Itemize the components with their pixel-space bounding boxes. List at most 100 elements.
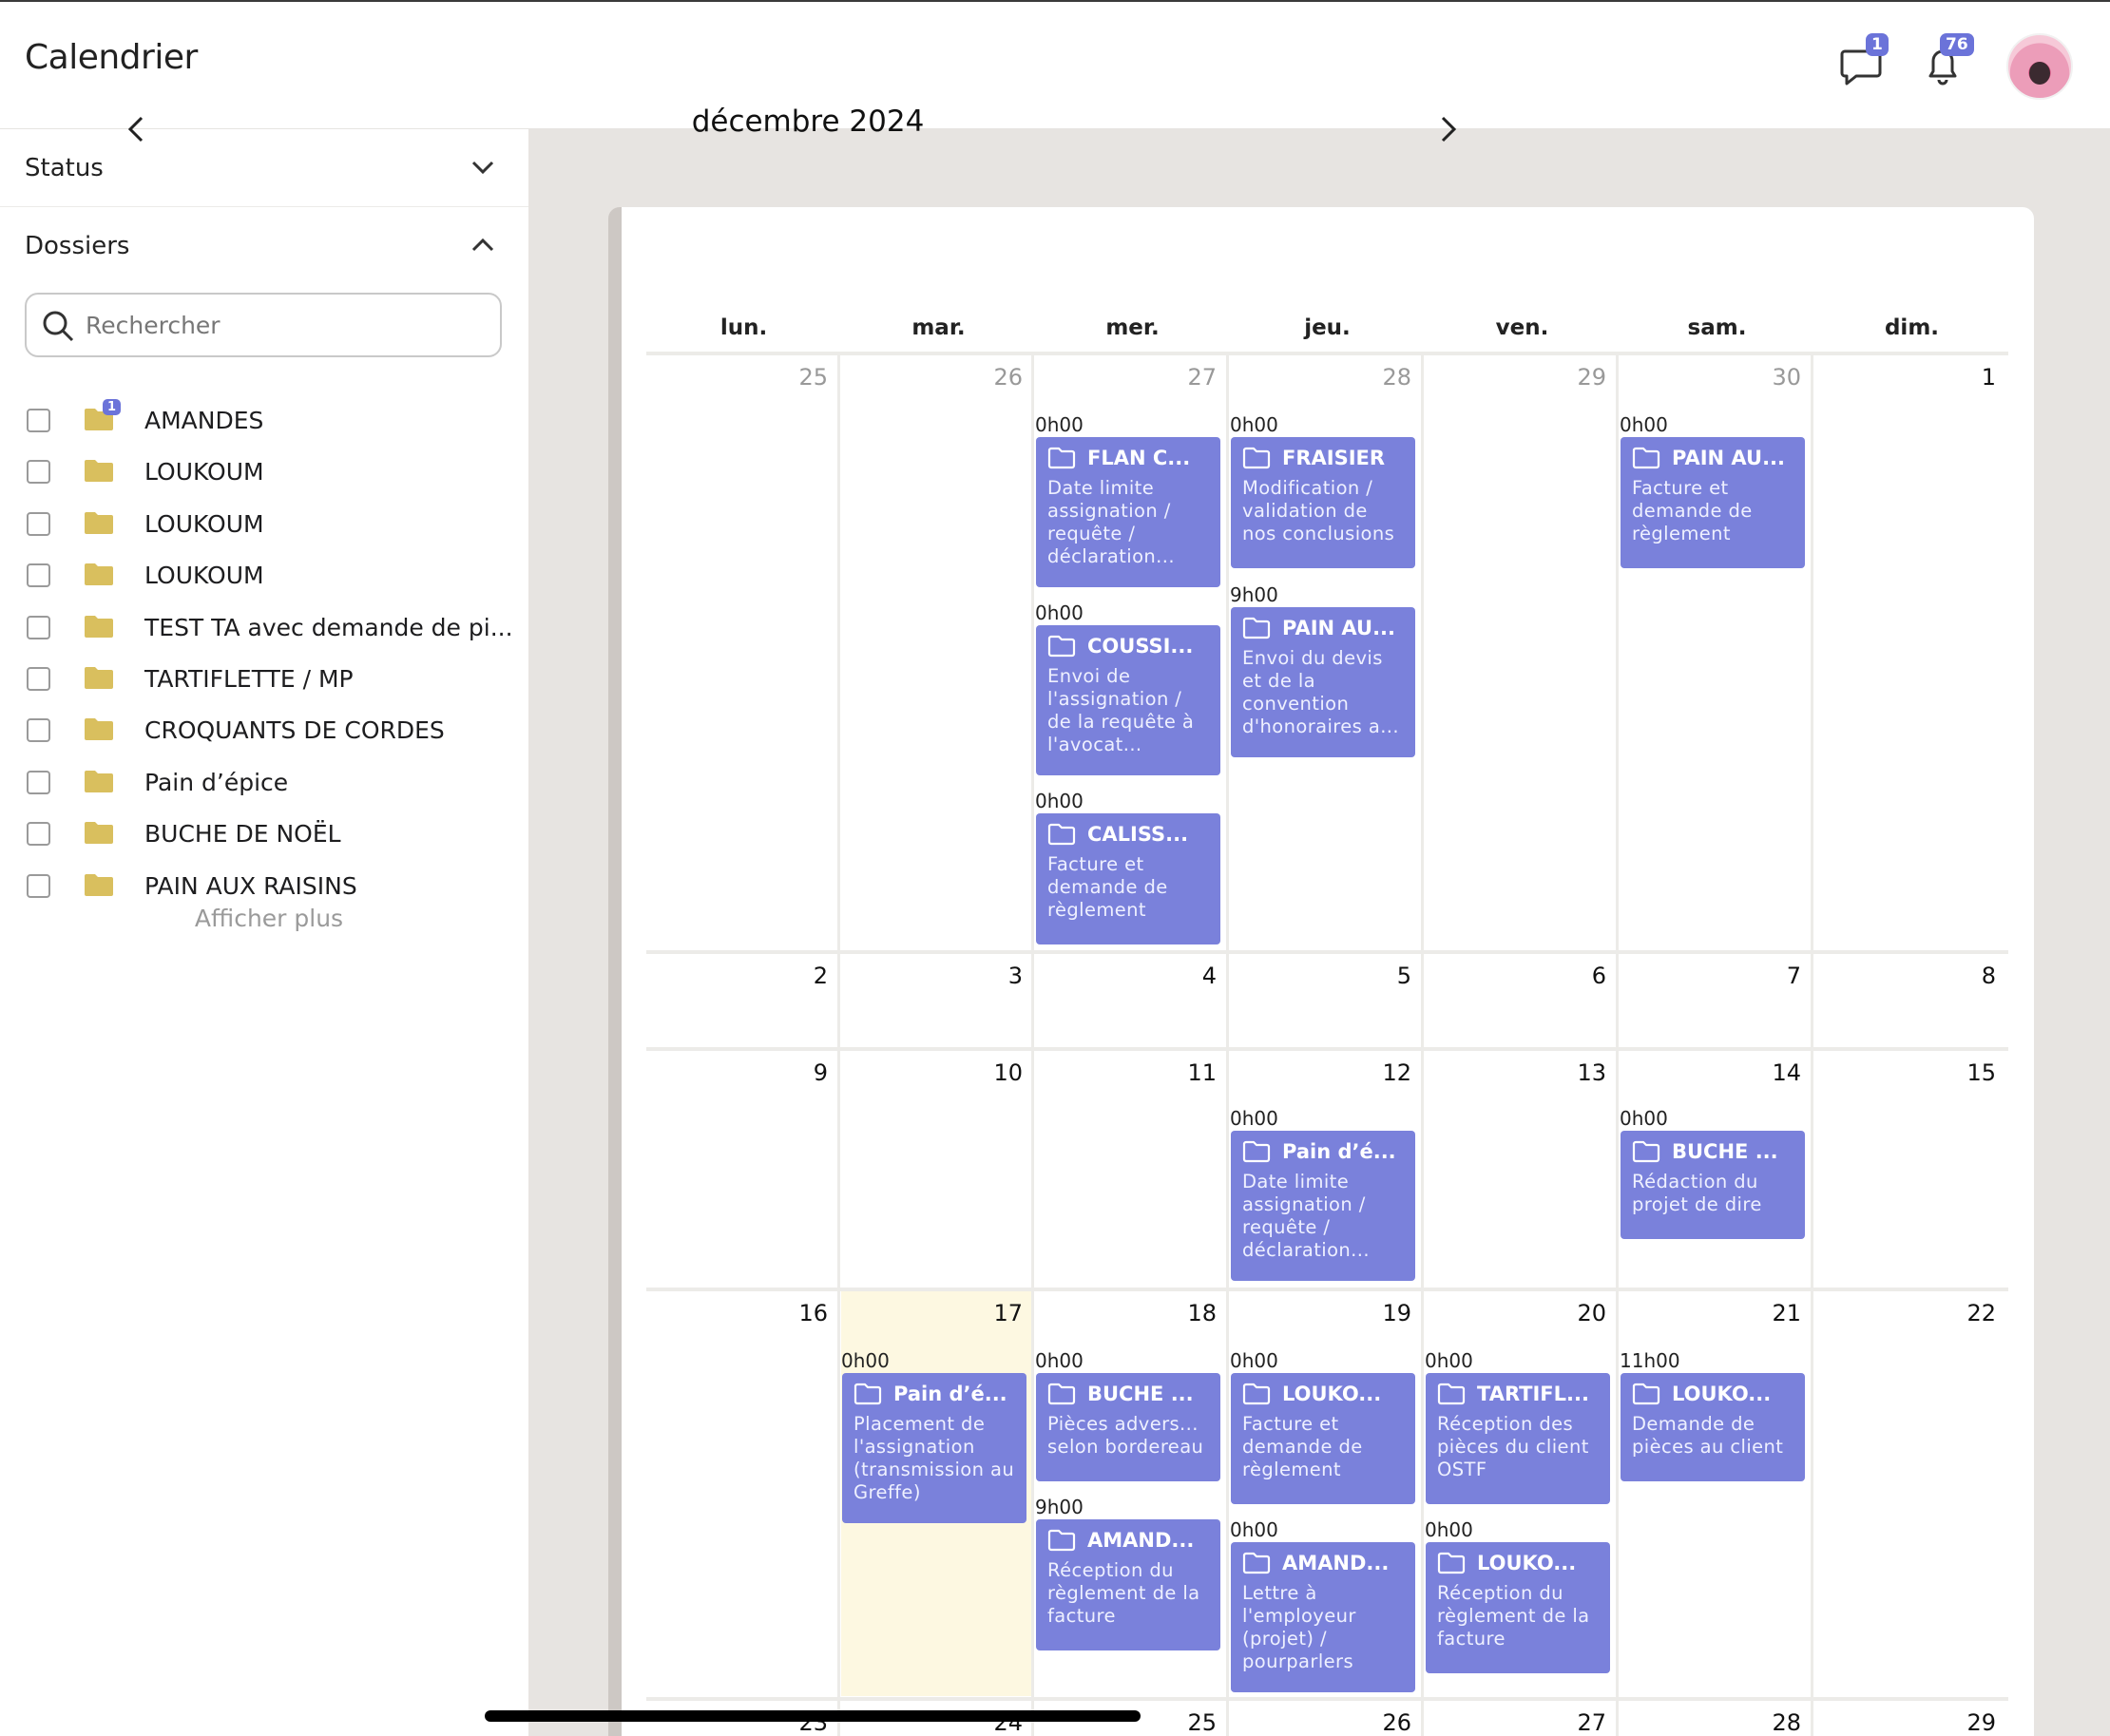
dossier-checkbox[interactable] [27, 511, 50, 536]
dossier-checkbox[interactable] [27, 409, 50, 432]
folder-icon [84, 614, 114, 639]
day-cell[interactable]: 7 [1620, 953, 1811, 1046]
event-description: Facture et demande de règlement [1047, 853, 1168, 921]
event-card[interactable]: BUCHE ... Pièces advers... selon borderea… [1036, 1373, 1220, 1481]
dossier-item[interactable]: TARTIFLETTE / MP [0, 654, 528, 705]
event-title: AMAND... [1087, 1529, 1195, 1552]
event-header: AMAND... [1242, 1552, 1404, 1574]
chevron-right-icon[interactable] [1429, 110, 1467, 148]
day-cell[interactable]: 15 [1814, 1050, 2005, 1287]
event-card[interactable]: TARTIFL... Réception des pièces du client… [1426, 1373, 1610, 1504]
event-card[interactable]: LOUKO... Demande de pièces au client [1621, 1373, 1805, 1481]
grid-line [1811, 352, 1813, 1736]
avatar[interactable] [2006, 33, 2073, 100]
day-cell[interactable]: 29 [1425, 354, 1616, 950]
event-card[interactable]: COUSSI... Envoi de l'assignation / de la … [1036, 625, 1220, 775]
day-cell[interactable]: 8 [1814, 953, 2005, 1046]
event-title: TARTIFL... [1477, 1383, 1589, 1405]
dossier-item[interactable]: CROQUANTS DE CORDES [0, 705, 528, 756]
show-more-link[interactable]: Afficher plus [0, 905, 538, 932]
folder-icon [84, 510, 114, 535]
dossier-item[interactable]: 1 AMANDES [0, 395, 528, 447]
status-filter[interactable]: Status [0, 129, 528, 207]
weekday-header: ven. [1495, 315, 1549, 340]
event-title: Pain d’é... [893, 1383, 1007, 1405]
search-field[interactable] [25, 293, 502, 357]
event-card[interactable]: LOUKO... Réception du règlement de la fac… [1426, 1542, 1610, 1673]
event-card[interactable]: AMAND... Réception du règlement de la fac… [1036, 1519, 1220, 1650]
folder-icon [1242, 1552, 1271, 1574]
dossier-checkbox[interactable] [27, 770, 50, 794]
grid-line [646, 1288, 2008, 1291]
day-cell[interactable]: 29 [1814, 1700, 2005, 1736]
day-cell[interactable]: 11 [1035, 1050, 1226, 1287]
event-card[interactable]: FRAISIER Modification / validation de nos… [1231, 437, 1415, 568]
dossier-item[interactable]: LOUKOUM [0, 447, 528, 498]
grid-line [646, 950, 2008, 954]
dossier-item[interactable]: TEST TA avec demande de pi... [0, 602, 528, 654]
dossier-name: LOUKOUM [144, 458, 264, 486]
dossier-name: BUCHE DE NOËL [144, 820, 341, 849]
event-card[interactable]: PAIN AU... Facture et demande de règlemen… [1621, 437, 1805, 568]
day-cell[interactable]: 16 [646, 1290, 837, 1696]
day-cell[interactable]: 5 [1230, 953, 1421, 1046]
dossier-checkbox[interactable] [27, 718, 50, 743]
day-number: 14 [1772, 1059, 1801, 1086]
dossier-item[interactable]: LOUKOUM [0, 550, 528, 601]
day-cell[interactable]: 22 [1814, 1290, 2005, 1696]
day-cell[interactable]: 26 [841, 354, 1032, 950]
dossier-checkbox[interactable] [27, 563, 50, 588]
event-card[interactable]: Pain d’é... Placement de l'assignation (t… [842, 1373, 1026, 1523]
grid-line [1421, 352, 1424, 1736]
folder-icon [84, 716, 114, 741]
search-input[interactable] [86, 304, 485, 346]
day-cell[interactable]: 28 [1620, 1700, 1811, 1736]
day-number: 26 [993, 364, 1023, 391]
folder-icon [84, 458, 114, 483]
event-header: BUCHE ... [1047, 1383, 1209, 1405]
day-number: 13 [1577, 1059, 1606, 1086]
event-title: COUSSI... [1087, 635, 1194, 658]
event-header: CALISS... [1047, 823, 1209, 846]
event-description: Lettre à l'employeur (projet) / pourparl… [1242, 1582, 1356, 1672]
dossier-item[interactable]: Pain d’épice [0, 757, 528, 809]
event-card[interactable]: FLAN C... Date limite assignation / requê… [1036, 437, 1220, 587]
event-card[interactable]: Pain d’é... Date limite assignation / req… [1231, 1131, 1415, 1281]
event-card[interactable]: BUCHE ... Rédaction du projet de dire [1621, 1131, 1805, 1239]
dossier-item[interactable]: BUCHE DE NOËL [0, 809, 528, 860]
dossier-item[interactable]: LOUKOUM [0, 499, 528, 550]
day-cell[interactable]: 6 [1425, 953, 1616, 1046]
event-time: 0h00 [1425, 1349, 1473, 1372]
dossier-checkbox[interactable] [27, 667, 50, 691]
day-cell[interactable]: 2 [646, 953, 837, 1046]
day-cell[interactable]: 4 [1035, 953, 1226, 1046]
event-title: LOUKO... [1672, 1383, 1772, 1405]
day-cell[interactable]: 27 [1425, 1700, 1616, 1736]
chevron-down-icon[interactable] [466, 150, 500, 184]
event-card[interactable]: AMAND... Lettre à l'employeur (projet) / … [1231, 1542, 1415, 1692]
dossier-checkbox[interactable] [27, 460, 50, 485]
event-title: LOUKO... [1477, 1552, 1577, 1574]
chevron-left-icon[interactable] [118, 110, 156, 148]
event-time: 0h00 [1035, 601, 1084, 624]
folder-icon [1242, 617, 1271, 639]
event-card[interactable]: CALISS... Facture et demande de règlement [1036, 813, 1220, 944]
day-cell[interactable]: 13 [1425, 1050, 1616, 1287]
day-cell[interactable]: 10 [841, 1050, 1032, 1287]
day-number: 5 [1396, 963, 1411, 989]
day-cell[interactable]: 25 [646, 354, 837, 950]
chevron-up-icon[interactable] [466, 228, 500, 262]
day-cell[interactable]: 9 [646, 1050, 837, 1287]
event-card[interactable]: PAIN AU... Envoi du devis et de la conven… [1231, 607, 1415, 757]
dossier-name: AMANDES [144, 407, 264, 434]
month-label: décembre 2024 [691, 105, 925, 139]
day-cell[interactable]: 3 [841, 953, 1032, 1046]
event-card[interactable]: LOUKO... Facture et demande de règlement [1231, 1373, 1415, 1504]
dossier-checkbox[interactable] [27, 822, 50, 847]
day-cell[interactable]: 26 [1230, 1700, 1421, 1736]
day-cell[interactable]: 1 [1814, 354, 2005, 950]
dossiers-filter[interactable]: Dossiers [0, 207, 528, 285]
grid-line [1616, 352, 1619, 1736]
dossier-checkbox[interactable] [27, 615, 50, 639]
dossier-checkbox[interactable] [27, 873, 50, 898]
